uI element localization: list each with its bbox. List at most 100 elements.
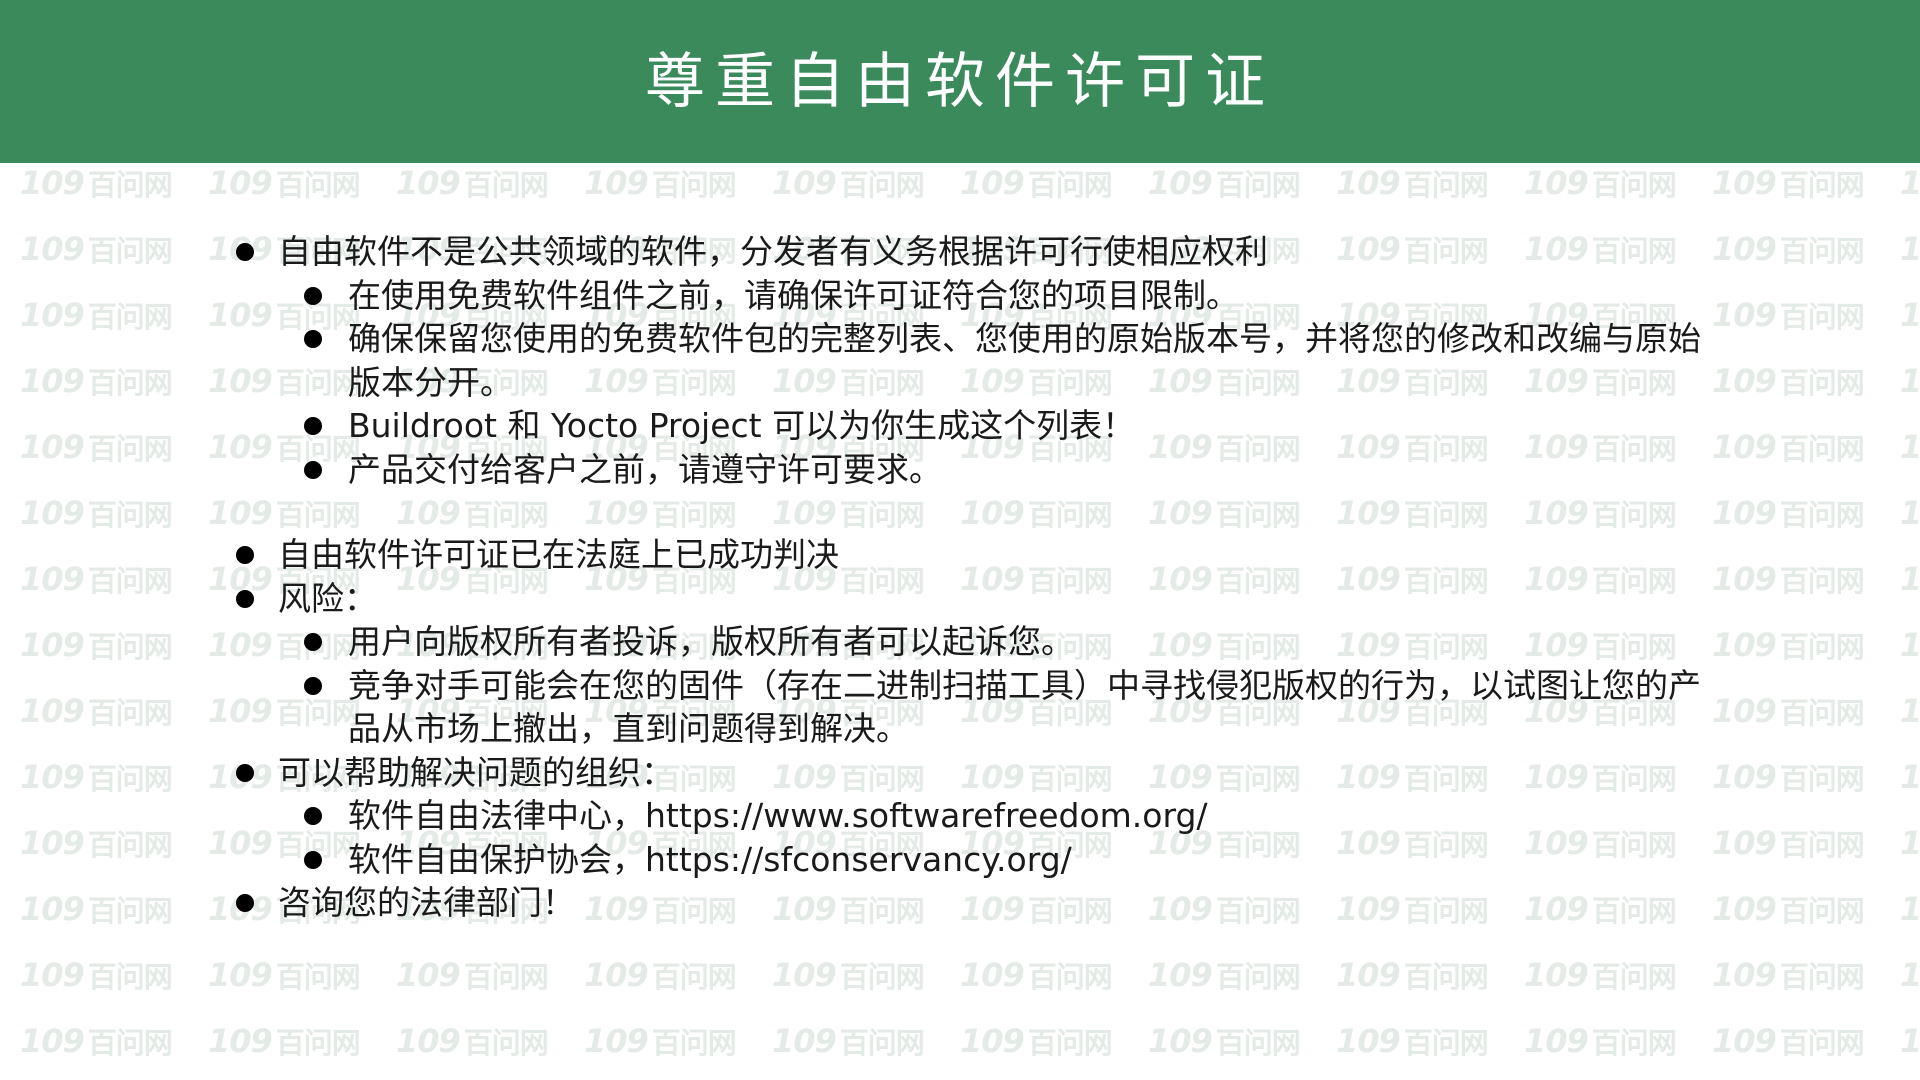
sub-bullet-item: 产品交付给客户之前，请遵守许可要求。 (278, 448, 1708, 492)
watermark-number: 109 (960, 956, 1025, 994)
watermark-logo: 109百问网 (1900, 163, 1920, 203)
watermark-logo: 109百问网 (208, 955, 361, 995)
bullet-item: 风险： (232, 577, 1752, 621)
watermark-label: 百问网 (1779, 630, 1865, 664)
watermark-label: 百问网 (1779, 234, 1865, 268)
watermark-label: 百问网 (839, 960, 925, 994)
watermark-number: 109 (1148, 164, 1213, 202)
watermark-label: 百问网 (87, 630, 173, 664)
watermark-label: 百问网 (87, 1026, 173, 1060)
watermark-logo: 109百问网 (1900, 295, 1920, 335)
watermark-label: 百问网 (275, 960, 361, 994)
watermark-label: 百问网 (1779, 498, 1865, 532)
watermark-number: 109 (20, 626, 85, 664)
watermark-label: 百问网 (1591, 168, 1677, 202)
watermark-number: 109 (1900, 296, 1920, 334)
watermark-number: 109 (1336, 164, 1401, 202)
watermark-logo: 109百问网 (1900, 625, 1920, 665)
watermark-logo: 109百问网 (1900, 757, 1920, 797)
sub-bullet-text: Buildroot 和 Yocto Project 可以为你生成这个列表！ (348, 406, 1136, 445)
sub-bullet-item: 软件自由法律中心，https://www.softwarefreedom.org… (278, 794, 1708, 838)
watermark-number: 109 (1900, 164, 1920, 202)
watermark-number: 109 (1900, 758, 1920, 796)
slide-title: 尊重自由软件许可证 (645, 46, 1275, 117)
watermark-label: 百问网 (1215, 168, 1301, 202)
watermark-logo: 109百问网 (1900, 559, 1920, 599)
bullet-dot-icon (236, 546, 254, 564)
watermark-number: 109 (1900, 824, 1920, 862)
watermark-label: 百问网 (1215, 960, 1301, 994)
watermark-number: 109 (1524, 164, 1589, 202)
watermark-logo: 109百问网 (772, 1021, 925, 1061)
watermark-number: 109 (1712, 1022, 1777, 1060)
watermark-number: 109 (396, 956, 461, 994)
watermark-logo: 109百问网 (20, 229, 173, 269)
bullet-text: 自由软件许可证已在法庭上已成功判决 (278, 535, 839, 574)
sub-bullet-item: 用户向版权所有者投诉，版权所有者可以起诉您。 (278, 620, 1708, 664)
watermark-number: 109 (584, 1022, 649, 1060)
watermark-label: 百问网 (1779, 762, 1865, 796)
bullet-dot-icon (304, 807, 322, 825)
watermark-logo: 109百问网 (1148, 955, 1301, 995)
watermark-label: 百问网 (1215, 1026, 1301, 1060)
watermark-number: 109 (1148, 1022, 1213, 1060)
watermark-logo: 109百问网 (20, 823, 173, 863)
watermark-number: 109 (584, 164, 649, 202)
watermark-label: 百问网 (1403, 1026, 1489, 1060)
watermark-number: 109 (1524, 956, 1589, 994)
watermark-logo: 109百问网 (1336, 1021, 1489, 1061)
watermark-label: 百问网 (651, 960, 737, 994)
watermark-logo: 109百问网 (20, 757, 173, 797)
watermark-label: 百问网 (463, 1026, 549, 1060)
watermark-logo: 109百问网 (1900, 1021, 1920, 1061)
watermark-label: 百问网 (1027, 1026, 1113, 1060)
watermark-number: 109 (1900, 362, 1920, 400)
sub-bullet-text: 软件自由法律中心，https://www.softwarefreedom.org… (348, 796, 1208, 835)
watermark-label: 百问网 (87, 762, 173, 796)
watermark-label: 百问网 (87, 894, 173, 928)
bullet-dot-icon (304, 286, 322, 305)
watermark-label: 百问网 (87, 828, 173, 862)
watermark-logo: 109百问网 (584, 163, 737, 203)
watermark-number: 109 (1900, 890, 1920, 928)
bullet-item: 咨询您的法律部门！ (232, 881, 1752, 925)
watermark-number: 109 (1336, 956, 1401, 994)
watermark-label: 百问网 (1027, 168, 1113, 202)
watermark-number: 109 (960, 1022, 1025, 1060)
watermark-logo: 109百问网 (1712, 955, 1865, 995)
watermark-number: 109 (1900, 230, 1920, 268)
watermark-number: 109 (960, 164, 1025, 202)
watermark-number: 109 (208, 164, 273, 202)
watermark-label: 百问网 (1779, 960, 1865, 994)
watermark-number: 109 (20, 560, 85, 598)
sub-bullet-text: 确保保留您使用的免费软件包的完整列表、您使用的原始版本号，并将您的修改和改编与原… (348, 319, 1701, 402)
watermark-logo: 109百问网 (20, 955, 173, 995)
bullet-list: 自由软件不是公共领域的软件，分发者有义务根据许可行使相应权利 在使用免费软件组件之… (232, 230, 1752, 491)
watermark-logo: 109百问网 (1900, 955, 1920, 995)
watermark-logo: 109百问网 (1148, 163, 1301, 203)
watermark-label: 百问网 (1779, 168, 1865, 202)
watermark-number: 109 (1900, 692, 1920, 730)
watermark-label: 百问网 (1779, 1026, 1865, 1060)
watermark-logo: 109百问网 (772, 955, 925, 995)
bullet-dot-icon (236, 763, 254, 782)
watermark-number: 109 (20, 362, 85, 400)
watermark-label: 百问网 (87, 564, 173, 598)
watermark-label: 百问网 (87, 366, 173, 400)
sub-bullet-list: 软件自由法律中心，https://www.softwarefreedom.org… (232, 794, 1752, 881)
watermark-logo: 109百问网 (1524, 955, 1677, 995)
watermark-logo: 109百问网 (960, 1021, 1113, 1061)
bullet-text: 自由软件不是公共领域的软件，分发者有义务根据许可行使相应权利 (278, 232, 1268, 271)
bullet-list: 自由软件许可证已在法庭上已成功判决 风险： 用户向版权所有者投诉，版权所有者可以起诉… (232, 533, 1752, 925)
watermark-logo: 109百问网 (1336, 163, 1489, 203)
watermark-row: 109百问网109百问网109百问网109百问网109百问网109百问网109百… (0, 163, 1920, 203)
watermark-number: 109 (208, 1022, 273, 1060)
watermark-logo: 109百问网 (772, 163, 925, 203)
watermark-logo: 109百问网 (20, 691, 173, 731)
sub-bullet-list: 用户向版权所有者投诉，版权所有者可以起诉您。 竞争对手可能会在您的固件（存在二进制… (232, 620, 1752, 751)
watermark-number: 109 (1900, 560, 1920, 598)
watermark-label: 百问网 (1779, 432, 1865, 466)
watermark-logo: 109百问网 (1900, 361, 1920, 401)
bullet-dot-icon (236, 243, 254, 261)
